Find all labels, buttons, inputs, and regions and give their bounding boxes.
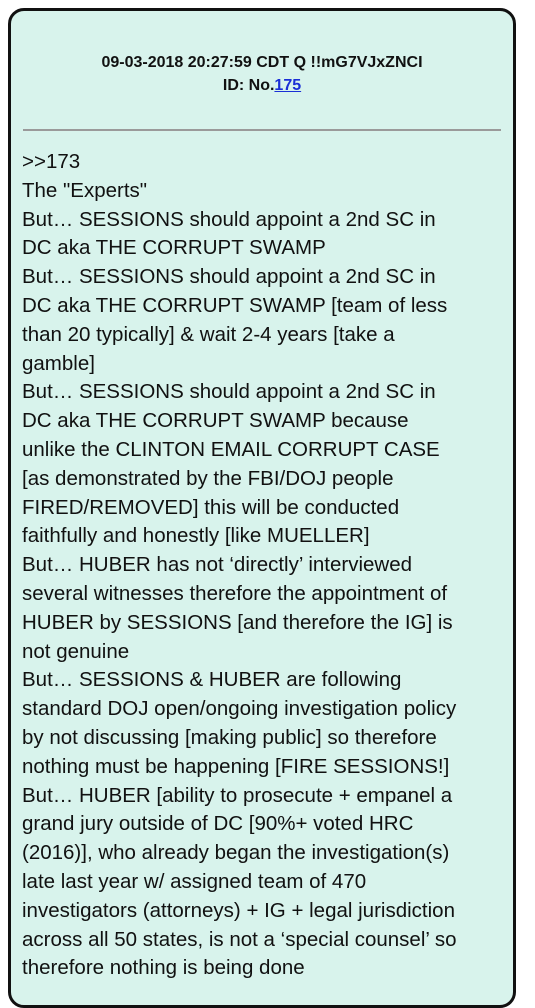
post-line: gamble] — [22, 351, 95, 375]
post-id-link[interactable]: 175 — [274, 77, 301, 94]
post-line: investigators (attorneys) + IG + legal j… — [22, 898, 455, 922]
post-line: But… SESSIONS should appoint a 2nd SC in — [22, 207, 436, 231]
post-author: Q !!mG7VJxZNCI — [293, 54, 423, 71]
post-line: The "Experts" — [22, 178, 148, 202]
post-timestamp: 09-03-2018 20:27:59 CDT — [101, 54, 290, 71]
post-line: HUBER by SESSIONS [and therefore the IG]… — [22, 610, 453, 634]
post-line: several witnesses therefore the appointm… — [22, 581, 448, 605]
post-line: late last year w/ assigned team of 470 — [22, 869, 367, 893]
post-line: But… SESSIONS should appoint a 2nd SC in — [22, 265, 436, 289]
post-line: DC aka THE CORRUPT SWAMP because — [22, 409, 409, 433]
post-card: 09-03-2018 20:27:59 CDT Q !!mG7VJxZNCI I… — [8, 8, 516, 1008]
post-line: >>173 — [22, 150, 81, 173]
post-line: DC aka THE CORRUPT SWAMP [team of less — [22, 293, 448, 317]
post-header: 09-03-2018 20:27:59 CDT Q !!mG7VJxZNCI I… — [11, 51, 513, 97]
post-line: by not discussing [making public] so the… — [22, 725, 437, 749]
post-line: (2016)], who already began the investiga… — [22, 841, 450, 865]
post-id-label: ID: No. — [222, 77, 275, 94]
post-line: grand jury outside of DC [90%+ voted HRC — [22, 812, 414, 836]
post-line: unlike the CLINTON EMAIL CORRUPT CASE — [22, 437, 440, 461]
post-line: But… SESSIONS & HUBER are following — [22, 668, 402, 692]
post-line: faithfully and honestly [like MUELLER] — [22, 524, 370, 548]
post-line: not genuine — [22, 639, 130, 663]
header-divider — [23, 129, 501, 131]
post-line: standard DOJ open/ongoing investigation … — [22, 697, 457, 721]
post-line: across all 50 states, is not a ‘special … — [22, 927, 457, 951]
post-line: But… HUBER [ability to prosecute + empan… — [22, 783, 453, 807]
post-line: nothing must be happening [FIRE SESSIONS… — [22, 754, 450, 778]
post-line: FIRED/REMOVED] this will be conducted — [22, 495, 400, 519]
post-line: [as demonstrated by the FBI/DOJ people — [22, 466, 394, 490]
post-id-line: ID: No.175 — [11, 74, 513, 97]
post-line: than 20 typically] & wait 2-4 years [tak… — [22, 322, 395, 346]
post-line: But… SESSIONS should appoint a 2nd SC in — [22, 380, 436, 404]
post-line: DC aka THE CORRUPT SWAMP — [22, 236, 326, 260]
post-body: >>173 The "Experts" But… SESSIONS should a… — [22, 148, 514, 983]
post-line: But… HUBER has not ‘directly’ interviewe… — [22, 553, 413, 577]
post-meta-line: 09-03-2018 20:27:59 CDT Q !!mG7VJxZNCI — [11, 51, 513, 74]
